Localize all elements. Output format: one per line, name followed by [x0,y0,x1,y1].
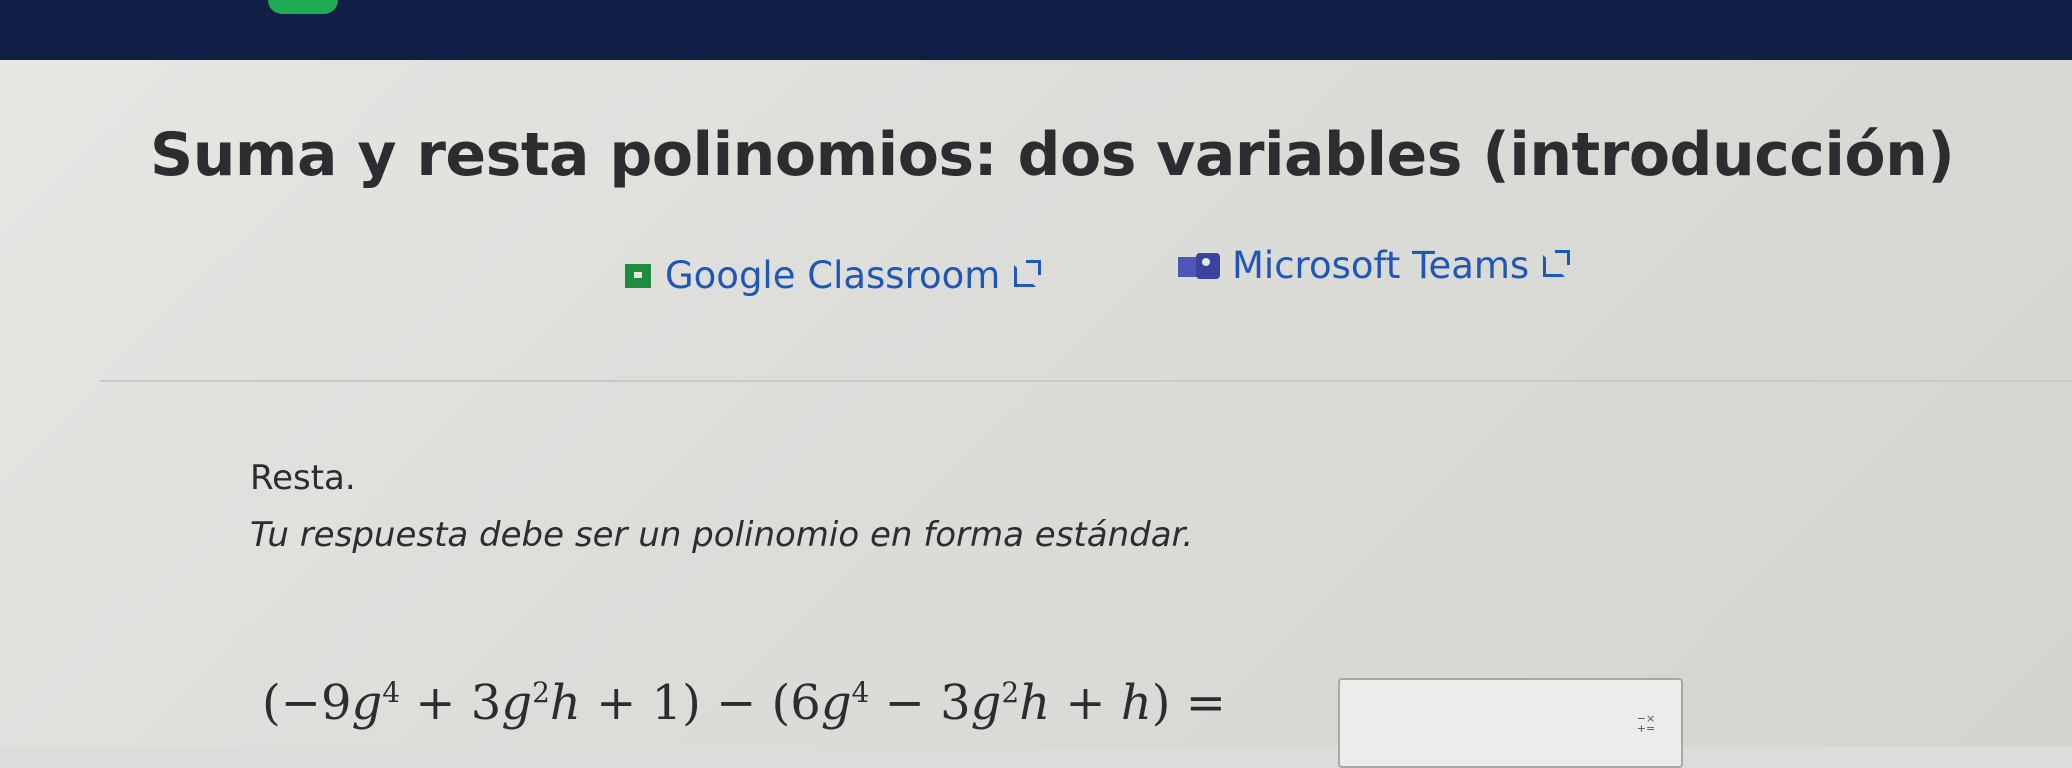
eq-exp: 4 [851,676,870,709]
logo-icon[interactable] [268,0,338,14]
external-link-icon [1014,259,1042,287]
eq-exp: 4 [382,676,401,709]
exercise-page: Suma y resta polinomios: dos variables (… [0,60,2072,768]
exercise-instruction: Tu respuesta debe ser un polinomio en fo… [250,515,1194,555]
eq-var: h [1019,675,1051,731]
eq-part: (−9 [262,675,352,731]
exercise-prompt: Resta. [250,458,356,498]
google-classroom-link[interactable]: Google Classroom [625,254,1042,297]
eq-exp: 2 [532,676,550,709]
google-classroom-icon [625,263,651,288]
microsoft-teams-icon [1178,252,1222,279]
eq-var: g [501,675,533,731]
eq-part: + [1050,675,1121,731]
top-navigation-bar [0,0,2072,60]
microsoft-teams-link[interactable]: Microsoft Teams [1178,244,1571,287]
answer-input[interactable]: −× += [1338,678,1683,768]
eq-var: g [820,675,852,731]
eq-exp: 2 [1001,676,1020,709]
eq-part: − 3 [869,675,971,731]
section-divider [100,380,2072,382]
eq-var: h [1120,675,1152,731]
external-link-icon [1543,249,1571,277]
polynomial-equation: (−9g4 + 3g2h + 1) − (6g4 − 3g2h + h) = [262,675,1226,731]
google-classroom-label: Google Classroom [665,254,1001,297]
math-keypad-icon[interactable]: −× += [1635,713,1657,736]
eq-part: ) = [1151,675,1226,731]
share-row: Google Classroom Microsoft Teams [0,244,2072,308]
eq-part: + 1) − (6 [580,675,821,731]
eq-var: g [351,675,383,731]
eq-part: + 3 [400,675,502,731]
page-title: Suma y resta polinomios: dos variables (… [150,120,1955,190]
microsoft-teams-label: Microsoft Teams [1232,244,1530,287]
eq-var: g [970,675,1002,731]
eq-var: h [549,675,581,731]
